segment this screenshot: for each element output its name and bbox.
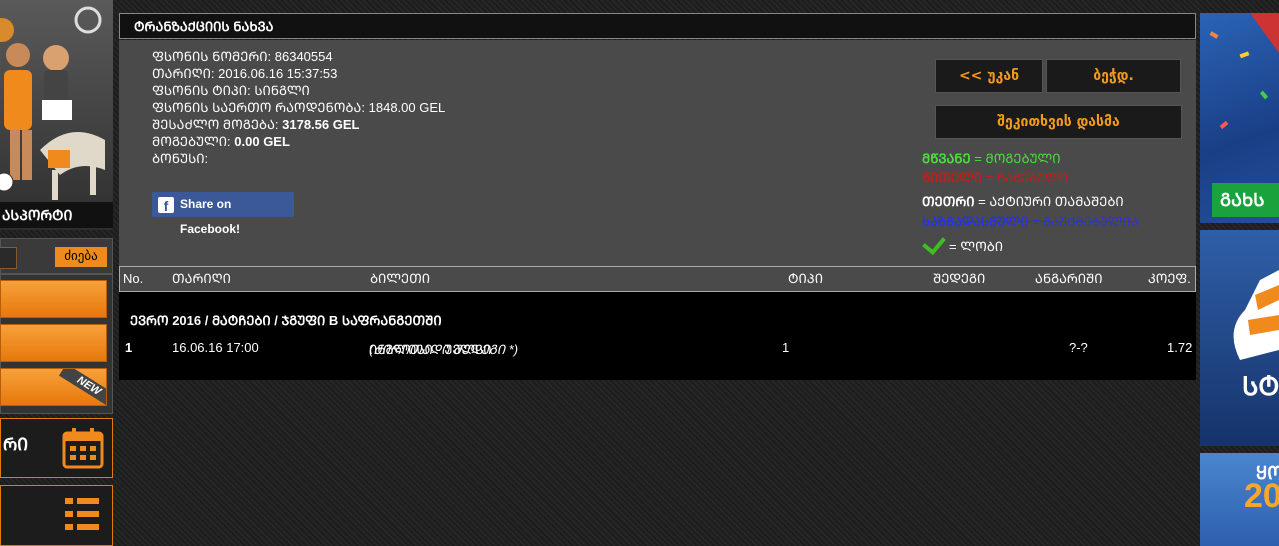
col-no: No.: [123, 271, 144, 286]
ticket-total: 1848.00 GEL: [368, 100, 446, 115]
legend-strikethrough: ᲮᲐᲖᲒᲐᲓᲐᲡᲛᲣᲚᲘ = ᲒᲐᲣᲥᲛᲔᲑᲣᲚᲘᲐ: [922, 214, 1139, 229]
table-group-title: ᲔᲕᲠᲝ 2016 / ᲛᲐᲢᲩᲔᲑᲘ / ᲯᲒᲣᲤᲘ B ᲡᲐᲤᲠᲐᲜᲒᲔᲗᲨ…: [130, 313, 442, 328]
facebook-share-button[interactable]: f Share on Facebook!: [152, 192, 294, 236]
row-type: 1: [782, 340, 790, 355]
col-type: ᲢᲘᲞᲘ: [788, 271, 823, 286]
list-icon: [65, 498, 99, 530]
report-button[interactable]: შეკითხვის დასმა: [935, 105, 1182, 139]
row-score: ?-?: [1069, 340, 1088, 355]
ticket-date: 2016.06.16 15:37:53: [218, 66, 338, 81]
row-no: 1: [125, 340, 133, 355]
won-row: ᲛᲝᲒᲔᲑᲣᲚᲘ: 0.00 GEL: [152, 134, 290, 149]
ticket-info: ᲤᲡᲝᲜᲘᲡ ᲜᲝᲛᲔᲠᲘ: 86340554 ᲗᲐᲠᲘᲦᲘ: 2016.06.…: [152, 48, 445, 167]
legend-red: ᲬᲘᲗᲔᲚᲘ = ᲬᲐᲒᲔᲑᲣᲚᲘ: [922, 170, 1069, 185]
right-banner-1[interactable]: ᲒᲐᲮᲡ: [1200, 13, 1279, 223]
sidebar-menu-item-1[interactable]: [0, 280, 107, 318]
col-ticket: ᲑᲘᲚᲔᲗᲘ: [370, 271, 431, 286]
sidebar-menu: NEW: [0, 274, 113, 414]
won-amount: 0.00 GEL: [234, 134, 290, 149]
col-result: ᲨᲔᲓᲔᲒᲘ: [933, 271, 986, 286]
legend-white: ᲗᲔᲗᲠᲘ = ᲐᲥᲢᲘᲣᲠᲘ ᲗᲐᲛᲐᲨᲔᲑᲘ: [922, 194, 1124, 209]
calendar-icon: [62, 428, 104, 469]
ticket-number: 86340554: [274, 49, 333, 64]
search-button[interactable]: ძიება: [55, 247, 107, 267]
ticket-number-row: ᲤᲡᲝᲜᲘᲡ ᲜᲝᲛᲔᲠᲘ: 86340554: [152, 49, 333, 64]
new-ribbon: NEW: [56, 369, 106, 409]
col-score: ᲐᲜᲒᲐᲠᲘᲨᲘ: [1035, 271, 1103, 286]
ticket-total-row: ᲤᲡᲝᲜᲘᲡ ᲡᲐᲔᲠᲗᲝ ᲠᲐᲝᲓᲔᲜᲝᲑᲐ: 1848.00 GEL: [152, 100, 446, 115]
sidebar-calendar-item[interactable]: ᲠᲘ: [0, 418, 113, 478]
sidebar-menu-item-3[interactable]: NEW: [0, 368, 107, 409]
row-date: 16.06.16 17:00: [172, 340, 259, 355]
ticket-type-row: ᲤᲡᲝᲜᲘᲡ ᲢᲘᲞᲘ: ᲡᲘᲜᲒᲚᲘ: [152, 83, 310, 98]
confetti-illustration: [1209, 13, 1279, 130]
ticket-type: ᲡᲘᲜᲒᲚᲘ: [254, 83, 310, 98]
banner-1-button[interactable]: ᲒᲐᲮᲡ: [1212, 183, 1279, 217]
check-icon: [922, 230, 946, 256]
calendar-label: ᲠᲘ: [3, 435, 29, 454]
search-input[interactable]: [0, 247, 17, 269]
row-ticket: ᲘᲜᲒᲚᲘᲡᲘ - ᲣᲔᲚᲡᲘ (ᲫᲘᲠᲘᲗᲐᲓᲘ ᲨᲔᲓᲔᲒᲘ *): [369, 342, 519, 357]
panel-title: ᲢᲠᲐᲜᲖᲐᲥᲪᲘᲘᲡ ᲜᲐᲮᲕᲐ: [119, 13, 1196, 39]
back-button[interactable]: << უკან: [935, 59, 1043, 93]
banner-2-text: ᲡᲢ: [1242, 371, 1279, 401]
banner-3-line2: 20: [1244, 477, 1279, 515]
ticket-details: ᲤᲡᲝᲜᲘᲡ ᲜᲝᲛᲔᲠᲘ: 86340554 ᲗᲐᲠᲘᲦᲘ: 2016.06.…: [119, 40, 1196, 266]
facebook-icon: f: [158, 197, 174, 214]
right-banner-3[interactable]: ᲧᲝ 20: [1200, 453, 1279, 546]
bonus-row: ᲑᲝᲜᲣᲡᲘ:: [152, 151, 209, 166]
mascot-illustration: [1233, 270, 1279, 360]
legend-check: = ᲚᲝᲑᲘ: [922, 230, 1003, 256]
sidebar-menu-item-2[interactable]: [0, 324, 107, 362]
col-date: ᲗᲐᲠᲘᲦᲘ: [172, 271, 231, 286]
sidebar-list-item[interactable]: [0, 485, 113, 546]
sidebar-search: ძიება: [0, 238, 113, 274]
table-body: ᲔᲕᲠᲝ 2016 / ᲛᲐᲢᲩᲔᲑᲘ / ᲯᲒᲣᲤᲘ B ᲡᲐᲤᲠᲐᲜᲒᲔᲗᲨ…: [119, 292, 1196, 380]
possible-win: 3178.56 GEL: [282, 117, 360, 132]
legend-green: ᲛᲬᲕᲐᲜᲔ = ᲛᲝᲒᲔᲑᲣᲚᲘ: [922, 151, 1061, 166]
row-coef: 1.72: [1167, 340, 1193, 355]
right-banner-2[interactable]: ᲡᲢ: [1200, 230, 1279, 446]
athletes-illustration: [0, 6, 105, 200]
print-button[interactable]: ბეჭდ.: [1046, 59, 1181, 93]
transaction-panel: ᲢᲠᲐᲜᲖᲐᲥᲪᲘᲘᲡ ᲜᲐᲮᲕᲐ ᲤᲡᲝᲜᲘᲡ ᲜᲝᲛᲔᲠᲘ: 8634055…: [119, 13, 1196, 380]
table-header: No. ᲗᲐᲠᲘᲦᲘ ᲑᲘᲚᲔᲗᲘ ᲢᲘᲞᲘ ᲨᲔᲓᲔᲒᲘ ᲐᲜᲒᲐᲠᲘᲨᲘ Კ…: [119, 266, 1196, 292]
sidebar-promo-banner[interactable]: ᲐᲡᲞᲝᲠᲢᲘ: [0, 0, 113, 230]
ticket-date-row: ᲗᲐᲠᲘᲦᲘ: 2016.06.16 15:37:53: [152, 66, 338, 81]
col-coef: ᲙᲝᲔᲤ.: [1148, 271, 1191, 286]
possible-win-row: ᲨᲔᲡᲐᲫᲚᲝ ᲛᲝᲒᲔᲑᲐ: 3178.56 GEL: [152, 117, 360, 132]
sidebar-sport-label: ᲐᲡᲞᲝᲠᲢᲘ: [0, 202, 113, 228]
